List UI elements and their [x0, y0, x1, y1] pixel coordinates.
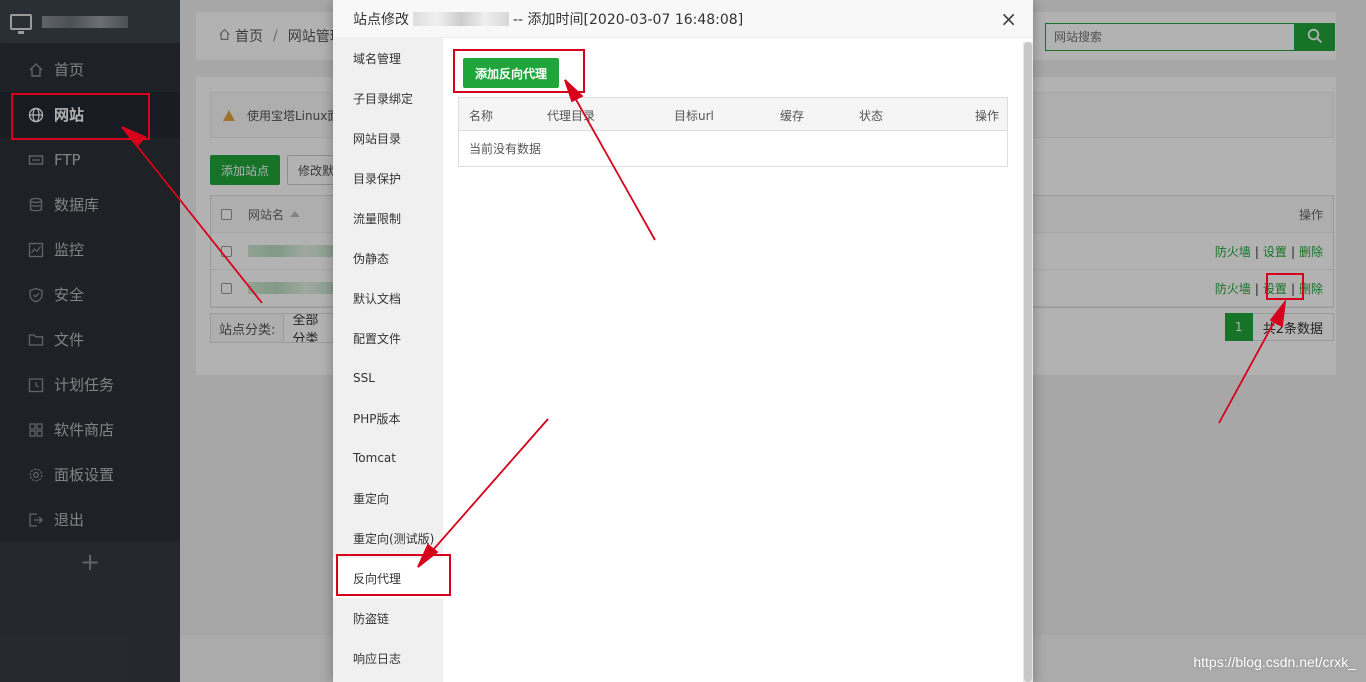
- arrow-to-settings: [1218, 298, 1287, 424]
- watermark: https://blog.csdn.net/crxk_: [1193, 654, 1356, 670]
- annotation-arrows: [121, 79, 1287, 568]
- arrow-to-reverse-proxy: [417, 418, 549, 568]
- arrow-to-add-proxy: [564, 79, 656, 241]
- arrow-to-website: [121, 126, 263, 304]
